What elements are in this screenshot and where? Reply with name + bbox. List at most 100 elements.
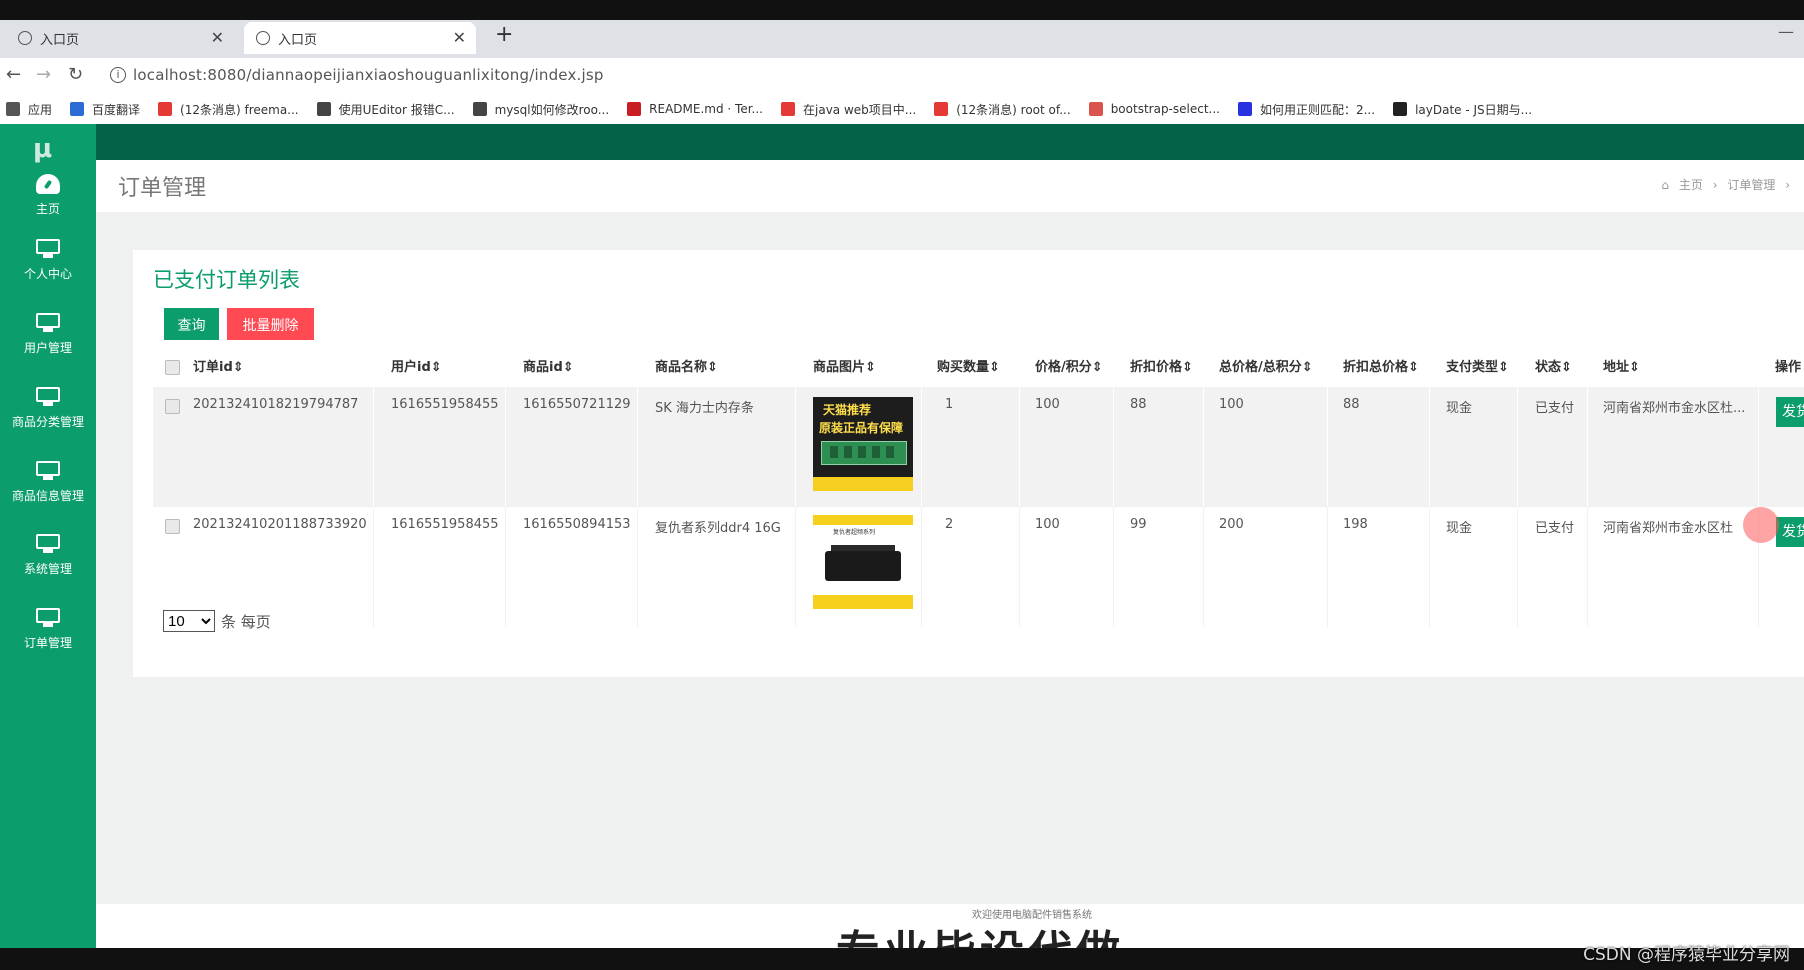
bootstrap-icon (1088, 102, 1103, 116)
monitor-icon (35, 534, 61, 554)
sidebar: μ 主页 个人中心 用户管理 商品分类管理 商品信息管理 系统管理 订单管理 (0, 124, 96, 948)
app-logo: μ (33, 134, 53, 164)
column-header[interactable]: 商品id⇕ (523, 350, 574, 386)
bookmark-label: (12条消息) root of... (956, 102, 1071, 117)
app-page: μ 主页 个人中心 用户管理 商品分类管理 商品信息管理 系统管理 订单管理 订… (0, 124, 1804, 948)
column-header[interactable]: 地址⇕ (1603, 350, 1640, 386)
sidebar-item-label: 用户管理 (23, 341, 72, 355)
select-all-checkbox[interactable] (165, 360, 180, 375)
close-icon[interactable]: ✕ (211, 28, 224, 47)
csdn-icon (934, 102, 949, 116)
column-header: 操作 (1775, 360, 1802, 375)
column-header[interactable]: 总价格/总积分⇕ (1219, 350, 1313, 386)
gitee-icon (627, 102, 642, 116)
query-button[interactable]: 查询 (164, 308, 219, 340)
browser-tab-2[interactable]: 入口页 ✕ (244, 22, 476, 54)
new-tab-button[interactable]: + (495, 22, 513, 47)
sidebar-item-label: 商品分类管理 (11, 415, 84, 429)
top-nav-bar (96, 124, 1804, 160)
column-header[interactable]: 商品名称⇕ (655, 350, 718, 386)
sidebar-item-categories[interactable]: 商品分类管理 (0, 387, 96, 447)
row-checkbox[interactable] (165, 519, 180, 534)
bookmark-item[interactable]: (12条消息) freema... (158, 101, 299, 118)
cell-order-id: 20213241020118873392​0 (193, 517, 367, 532)
column-header[interactable]: 折扣总价格⇕ (1343, 350, 1419, 386)
browser-tab-strip: 入口页 ✕ 入口页 ✕ (0, 20, 1804, 58)
bookmark-label: 应用 (28, 102, 53, 117)
cell-status: 已支付 (1535, 521, 1575, 536)
bookmark-label: layDate - JS日期与... (1415, 102, 1533, 117)
forward-icon[interactable]: → (36, 64, 51, 85)
sidebar-item-products[interactable]: 商品信息管理 (0, 461, 96, 521)
bulk-delete-button[interactable]: 批量删除 (227, 308, 314, 340)
sidebar-item-users[interactable]: 用户管理 (0, 313, 96, 373)
bookmark-item[interactable]: 使用UEditor 报错C... (316, 101, 455, 118)
footer-headline: 专业毕设代做 (836, 916, 1124, 948)
address-bar[interactable]: localhost:8080/diannaopeijianxiaoshougua… (133, 66, 604, 84)
breadcrumb-separator: › (1785, 178, 1790, 192)
cell-order-id: 20213241018219794787 (193, 397, 359, 412)
column-header[interactable]: 状态⇕ (1535, 350, 1572, 386)
bookmark-label: 百度翻译 (92, 102, 141, 117)
bookmark-item[interactable]: layDate - JS日期与... (1393, 101, 1532, 118)
cell-pay-type: 现金 (1446, 401, 1473, 416)
monitor-icon (35, 461, 61, 481)
bookmark-label: mysql如何修改roo... (494, 102, 610, 117)
screen-top-strip (0, 0, 1804, 20)
cell-product-name: SK 海力士内存条 (655, 401, 754, 416)
sidebar-item-orders[interactable]: 订单管理 (0, 608, 96, 668)
bookmark-item[interactable]: 如何用正则匹配：2... (1237, 101, 1376, 118)
csdn-icon (158, 102, 173, 116)
footer-banner: 欢迎使用电脑配件销售系统 专业毕设代做 (96, 904, 1804, 948)
close-icon[interactable]: ✕ (453, 28, 466, 47)
cell-discount-total: 88 (1343, 397, 1360, 412)
back-icon[interactable]: ← (6, 64, 21, 85)
product-image: 复仇者超频系列 (813, 515, 913, 609)
column-header[interactable]: 商品图片⇕ (813, 350, 876, 386)
bookmark-label: 使用UEditor 报错C... (338, 102, 455, 117)
ship-button[interactable]: 发货 (1776, 397, 1804, 427)
home-icon: ⌂ (1661, 178, 1670, 192)
bookmark-item[interactable]: bootstrap-select... (1088, 102, 1220, 116)
bookmark-item[interactable]: 百度翻译 (70, 101, 140, 118)
cell-price: 100 (1035, 397, 1060, 412)
browser-tab-1[interactable]: 入口页 ✕ (6, 22, 234, 54)
sidebar-item-home[interactable]: 主页 (0, 174, 96, 234)
bookmark-item[interactable]: README.md · Ter... (627, 102, 763, 116)
reload-icon[interactable]: ↻ (68, 64, 83, 85)
column-header[interactable]: 支付类型⇕ (1446, 350, 1509, 386)
row-checkbox[interactable] (165, 399, 180, 414)
sidebar-item-system[interactable]: 系统管理 (0, 534, 96, 594)
cursor-highlight (1743, 507, 1779, 543)
site-info-icon[interactable]: i (110, 67, 126, 83)
cell-address: 河南省郑州市金水区杜 (1603, 521, 1734, 536)
apps-grid-icon (6, 102, 20, 116)
column-header[interactable]: 用户id⇕ (391, 350, 442, 386)
breadcrumb-home[interactable]: 主页 (1679, 178, 1703, 192)
bookmark-label: 如何用正则匹配：2... (1259, 102, 1376, 117)
column-header[interactable]: 购买数量⇕ (937, 350, 1000, 386)
table-row: 20213241018219794787 1616551958455 16165… (153, 387, 1804, 507)
bookmark-item[interactable]: 在java web项目中... (781, 101, 916, 118)
minimize-icon[interactable]: — (1778, 22, 1794, 41)
column-header[interactable]: 价格/积分⇕ (1035, 350, 1103, 386)
monitor-icon (35, 313, 61, 333)
baidu-translate-icon (70, 102, 85, 116)
bookmark-item[interactable]: mysql如何修改roo... (472, 101, 610, 118)
column-header[interactable]: 折扣价格⇕ (1130, 350, 1193, 386)
page-title: 订单管理 (118, 176, 207, 201)
screen-bottom-strip (0, 948, 1804, 970)
ship-button[interactable]: 发货 (1776, 517, 1804, 547)
sidebar-item-profile[interactable]: 个人中心 (0, 239, 96, 299)
monitor-icon (35, 608, 61, 628)
bookmark-item[interactable]: 应用 (6, 101, 52, 118)
page-size-select[interactable]: 10 (163, 610, 215, 632)
column-header[interactable]: 订单id⇕ (193, 350, 244, 386)
cell-address: 河南省郑州市金水区杜... (1603, 401, 1746, 416)
bookmark-item[interactable]: (12条消息) root of... (934, 101, 1071, 118)
breadcrumb-separator: › (1712, 178, 1718, 192)
cell-status: 已支付 (1535, 401, 1575, 416)
csdn-icon (781, 102, 795, 116)
page-header: 订单管理 ⌂ 主页 › 订单管理 › (96, 160, 1804, 212)
laydate-icon (1393, 102, 1408, 116)
